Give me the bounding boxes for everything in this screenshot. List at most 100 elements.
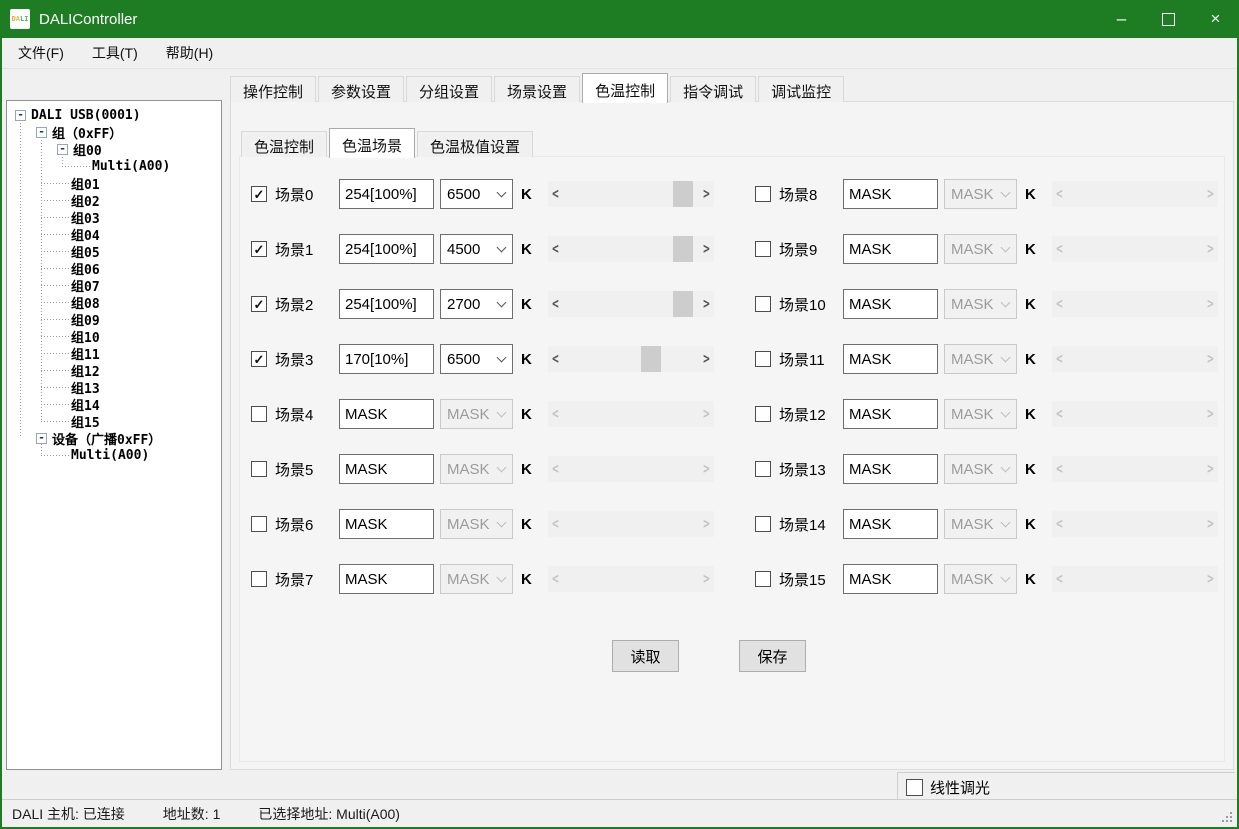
scroll-right-arrow-icon[interactable]: > — [700, 240, 713, 257]
scene-checkbox[interactable] — [755, 406, 771, 422]
main-tab-0[interactable]: 操作控制 — [230, 76, 316, 102]
scene-temp-combo[interactable]: MASK — [944, 399, 1017, 429]
scroll-left-arrow-icon[interactable]: < — [549, 240, 562, 257]
scroll-right-arrow-icon[interactable]: > — [700, 350, 713, 367]
scene-scrollbar[interactable]: <> — [548, 346, 714, 372]
scene-scrollbar[interactable]: <> — [548, 291, 714, 317]
scene-checkbox[interactable] — [755, 296, 771, 312]
tree-item[interactable]: 组12 — [7, 362, 221, 379]
tree-item[interactable]: 组08 — [7, 294, 221, 311]
tree-item[interactable]: Multi(A00) — [7, 447, 221, 464]
scene-temp-combo[interactable]: MASK — [440, 509, 513, 539]
scene-temp-combo[interactable]: 6500 — [440, 344, 513, 374]
tree-item[interactable]: 组09 — [7, 311, 221, 328]
scroll-right-arrow-icon[interactable]: > — [700, 295, 713, 312]
scene-temp-combo[interactable]: MASK — [440, 454, 513, 484]
sub-tab-1[interactable]: 色温场景 — [329, 128, 415, 158]
scene-checkbox[interactable] — [755, 351, 771, 367]
scene-checkbox[interactable]: ✓ — [251, 351, 267, 367]
tree-item[interactable]: 组11 — [7, 345, 221, 362]
tree-expander-icon[interactable]: - — [57, 144, 68, 155]
tree-item[interactable]: 组06 — [7, 260, 221, 277]
scene-checkbox[interactable]: ✓ — [251, 186, 267, 202]
tree-item[interactable]: 组10 — [7, 328, 221, 345]
tree-item[interactable]: -组00 — [7, 141, 221, 158]
tree-item[interactable]: 组15 — [7, 413, 221, 430]
scene-temp-combo[interactable]: MASK — [944, 509, 1017, 539]
tree-item[interactable]: 组05 — [7, 243, 221, 260]
scene-temp-combo[interactable]: 6500 — [440, 179, 513, 209]
scene-value-input[interactable] — [339, 234, 434, 264]
scene-temp-combo[interactable]: MASK — [440, 399, 513, 429]
scene-scrollbar[interactable]: <> — [548, 236, 714, 262]
scene-temp-combo[interactable]: MASK — [944, 234, 1017, 264]
scene-checkbox[interactable] — [755, 571, 771, 587]
scene-value-input[interactable] — [339, 509, 434, 539]
scene-checkbox[interactable] — [251, 461, 267, 477]
scene-value-input[interactable] — [339, 289, 434, 319]
scene-value-input[interactable] — [339, 454, 434, 484]
scene-value-input[interactable] — [339, 179, 434, 209]
save-button[interactable]: 保存 — [739, 640, 806, 672]
read-button[interactable]: 读取 — [612, 640, 679, 672]
scene-checkbox[interactable] — [251, 406, 267, 422]
tree-item[interactable]: 组01 — [7, 175, 221, 192]
scene-temp-combo[interactable]: 2700 — [440, 289, 513, 319]
scroll-right-arrow-icon[interactable]: > — [700, 185, 713, 202]
scene-value-input[interactable] — [843, 399, 938, 429]
main-tab-6[interactable]: 调试监控 — [758, 76, 844, 102]
scrollbar-thumb[interactable] — [641, 346, 661, 372]
scene-value-input[interactable] — [339, 344, 434, 374]
scene-checkbox[interactable] — [755, 241, 771, 257]
sub-tab-0[interactable]: 色温控制 — [241, 131, 327, 157]
scrollbar-thumb[interactable] — [673, 181, 693, 207]
tree-item[interactable]: 组02 — [7, 192, 221, 209]
scene-checkbox[interactable]: ✓ — [251, 296, 267, 312]
scrollbar-thumb[interactable] — [673, 291, 693, 317]
scrollbar-thumb[interactable] — [673, 236, 693, 262]
main-tab-2[interactable]: 分组设置 — [406, 76, 492, 102]
scene-temp-combo[interactable]: MASK — [944, 454, 1017, 484]
tree-item[interactable]: -DALI USB(0001) — [7, 107, 221, 124]
scene-checkbox[interactable] — [251, 571, 267, 587]
main-tab-5[interactable]: 指令调试 — [670, 76, 756, 102]
menu-item[interactable]: 帮助(H) — [154, 43, 225, 63]
main-tab-4[interactable]: 色温控制 — [582, 73, 668, 103]
scroll-left-arrow-icon[interactable]: < — [549, 350, 562, 367]
maximize-button[interactable] — [1145, 0, 1192, 38]
scene-value-input[interactable] — [843, 344, 938, 374]
tree-item[interactable]: 组03 — [7, 209, 221, 226]
scroll-left-arrow-icon[interactable]: < — [549, 185, 562, 202]
scene-checkbox[interactable] — [755, 461, 771, 477]
scene-temp-combo[interactable]: MASK — [944, 564, 1017, 594]
scene-checkbox[interactable] — [755, 186, 771, 202]
scene-temp-combo[interactable]: MASK — [944, 289, 1017, 319]
scene-value-input[interactable] — [843, 289, 938, 319]
linear-dimming-checkbox[interactable]: 线性调光 — [906, 777, 990, 798]
close-button[interactable]: × — [1192, 0, 1239, 38]
tree-item[interactable]: Multi(A00) — [7, 158, 221, 175]
sub-tab-2[interactable]: 色温极值设置 — [417, 131, 533, 157]
tree-item[interactable]: 组14 — [7, 396, 221, 413]
tree-expander-icon[interactable]: - — [36, 127, 47, 138]
scroll-left-arrow-icon[interactable]: < — [549, 295, 562, 312]
scene-temp-combo[interactable]: MASK — [944, 179, 1017, 209]
scene-value-input[interactable] — [843, 454, 938, 484]
scene-temp-combo[interactable]: 4500 — [440, 234, 513, 264]
menu-item[interactable]: 文件(F) — [6, 43, 76, 63]
scene-value-input[interactable] — [843, 509, 938, 539]
tree-item[interactable]: -组（0xFF） — [7, 124, 221, 141]
scene-checkbox[interactable] — [251, 516, 267, 532]
tree-item[interactable]: -设备（广播0xFF） — [7, 430, 221, 447]
scene-value-input[interactable] — [843, 234, 938, 264]
scene-value-input[interactable] — [339, 564, 434, 594]
tree-expander-icon[interactable]: - — [15, 110, 26, 121]
minimize-button[interactable]: – — [1098, 0, 1145, 38]
scene-value-input[interactable] — [843, 179, 938, 209]
tree-item[interactable]: 组07 — [7, 277, 221, 294]
scene-temp-combo[interactable]: MASK — [944, 344, 1017, 374]
scene-scrollbar[interactable]: <> — [548, 181, 714, 207]
main-tab-1[interactable]: 参数设置 — [318, 76, 404, 102]
main-tab-3[interactable]: 场景设置 — [494, 76, 580, 102]
menu-item[interactable]: 工具(T) — [80, 43, 150, 63]
